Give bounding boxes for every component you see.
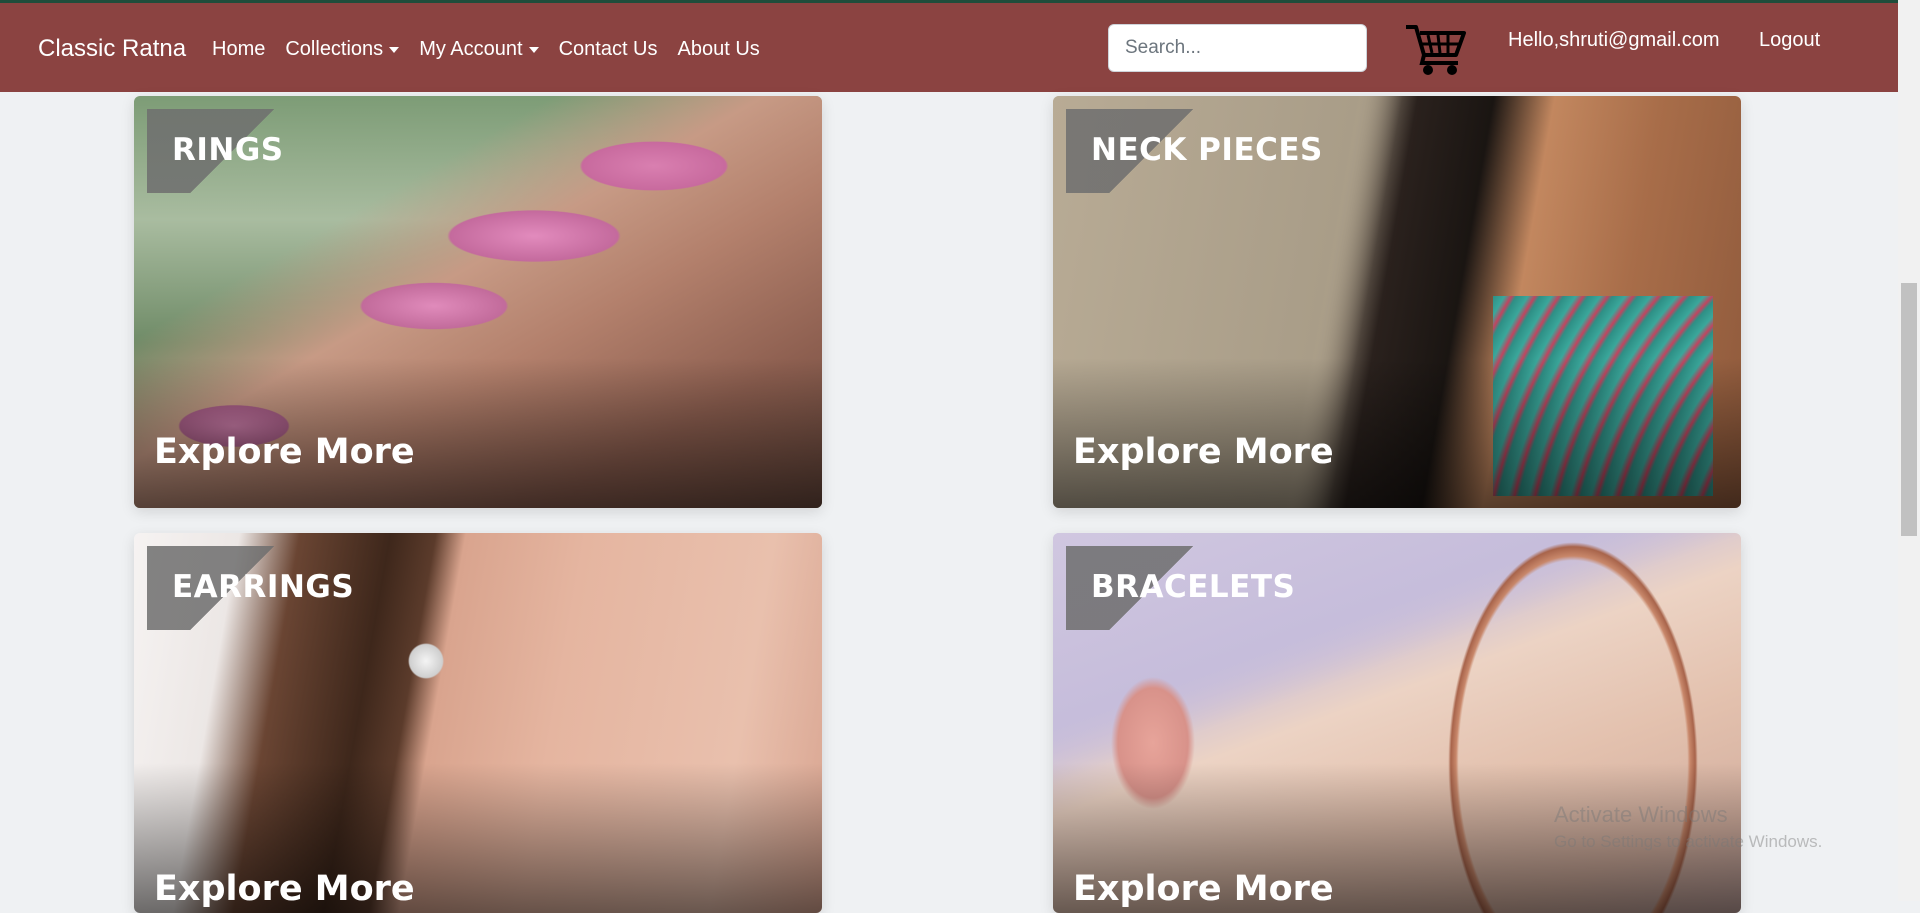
page-scrollbar[interactable] bbox=[1898, 0, 1920, 901]
nav-my-account-label: My Account bbox=[419, 38, 523, 60]
nav-about-us[interactable]: About Us bbox=[678, 38, 760, 61]
caret-down-icon bbox=[389, 46, 400, 53]
nav-about-us-label: About Us bbox=[677, 38, 760, 60]
nav-my-account-dropdown[interactable]: My Account bbox=[419, 38, 539, 61]
nav-home[interactable]: Home bbox=[212, 38, 265, 61]
user-greeting: Hello,shruti@gmail.com bbox=[1508, 29, 1720, 51]
watermark-subtitle: Go to Settings to activate Windows. bbox=[1554, 832, 1823, 851]
category-title: RINGS bbox=[172, 132, 284, 168]
windows-activation-watermark: Activate Windows Go to Settings to activ… bbox=[1554, 802, 1822, 852]
brand-logo[interactable]: Classic Ratna bbox=[38, 35, 186, 63]
shopping-cart-icon[interactable] bbox=[1404, 21, 1468, 77]
scrollbar-thumb[interactable] bbox=[1901, 283, 1917, 536]
watermark-title: Activate Windows bbox=[1554, 802, 1728, 827]
logout-link[interactable]: Logout bbox=[1759, 29, 1820, 52]
caret-down-icon bbox=[528, 46, 539, 53]
category-card-neck-pieces[interactable]: NECK PIECES Explore More bbox=[1053, 96, 1741, 508]
category-title: EARRINGS bbox=[172, 569, 355, 605]
explore-more-link[interactable]: Explore More bbox=[154, 432, 415, 472]
explore-more-link[interactable]: Explore More bbox=[1073, 869, 1334, 909]
category-card-bracelets[interactable]: BRACELETS Explore More bbox=[1053, 533, 1741, 913]
category-card-earrings[interactable]: EARRINGS Explore More bbox=[134, 533, 822, 913]
nav-collections-dropdown[interactable]: Collections bbox=[285, 38, 400, 61]
category-card-rings[interactable]: RINGS Explore More bbox=[134, 96, 822, 508]
nav-home-label: Home bbox=[212, 38, 266, 60]
nav-collections-label: Collections bbox=[285, 38, 384, 60]
nav-links: Home Collections My Account Contact Us A… bbox=[212, 38, 760, 61]
category-title: NECK PIECES bbox=[1091, 132, 1323, 168]
navbar: Classic Ratna Home Collections My Accoun… bbox=[0, 3, 1898, 92]
explore-more-link[interactable]: Explore More bbox=[1073, 432, 1334, 472]
nav-contact-us[interactable]: Contact Us bbox=[559, 38, 658, 61]
nav-contact-us-label: Contact Us bbox=[558, 38, 658, 60]
search-input[interactable] bbox=[1108, 24, 1367, 72]
explore-more-link[interactable]: Explore More bbox=[154, 869, 415, 909]
category-title: BRACELETS bbox=[1091, 569, 1296, 605]
